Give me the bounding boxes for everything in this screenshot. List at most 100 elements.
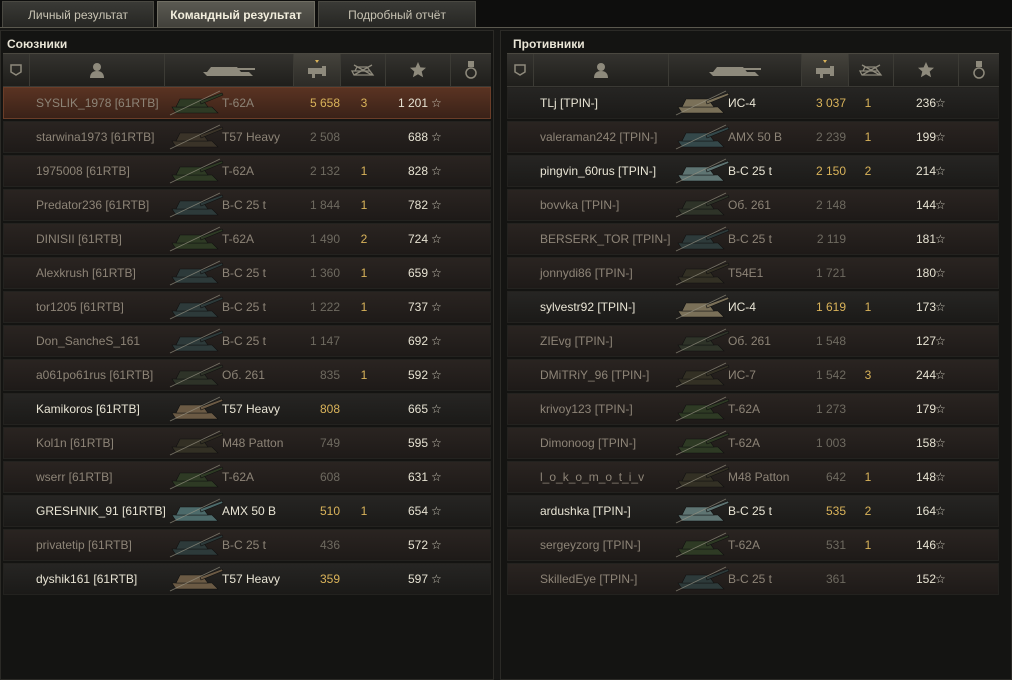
player-name: Dimonoog [TPIN-] <box>540 436 637 450</box>
table-row[interactable]: a061po61rus [61RTB] Об. 261 835 1 592 ☆ <box>3 359 491 391</box>
player-name: DMiTRiY_96 [TPIN-] <box>540 368 650 382</box>
table-row[interactable]: DMiTRiY_96 [TPIN-] ИС-7 1 542 3 244 ☆ <box>507 359 999 391</box>
table-row[interactable]: starwina1973 [61RTB] T57 Heavy 2 508 688 ☆ <box>3 121 491 153</box>
vehicle-name: B-C 25 t <box>222 266 267 280</box>
damage-value: 2 119 <box>816 232 846 246</box>
damage-icon[interactable] <box>802 54 849 86</box>
xp-value: 654 <box>407 504 428 518</box>
kills-icon[interactable] <box>341 54 386 86</box>
tank-icon[interactable] <box>669 54 802 86</box>
table-row[interactable]: Alexkrush [61RTB] B-C 25 t 1 360 1 659 ☆ <box>3 257 491 289</box>
player-name: jonnydi86 [TPIN-] <box>540 266 633 280</box>
vehicle-name: Об. 261 <box>222 368 265 382</box>
table-row[interactable]: ardushka [TPIN-] B-C 25 t 535 2 164 ☆ <box>507 495 999 527</box>
table-row[interactable]: SYSLIK_1978 [61RTB] T-62A 5 658 3 1 201 ☆ <box>3 87 491 119</box>
table-row[interactable]: bovvka [TPIN-] Об. 261 2 148 144 ☆ <box>507 189 999 221</box>
kills-value <box>352 530 376 560</box>
star-icon: ☆ <box>935 266 946 280</box>
table-row[interactable]: BERSERK_TOR [TPIN-] B-C 25 t 2 119 181 ☆ <box>507 223 999 255</box>
damage-value: 2 239 <box>815 130 846 144</box>
table-row[interactable]: l_o_k_o_m_o_t_i_v M48 Patton 642 1 148 ☆ <box>507 461 999 493</box>
tab-detailed-report[interactable]: Подробный отчёт <box>318 1 476 27</box>
kills-value: 1 <box>360 266 368 280</box>
player-name: wserr [61RTB] <box>36 470 113 484</box>
damage-value: 808 <box>319 402 340 416</box>
table-row[interactable]: GRESHNIK_91 [61RTB] AMX 50 B 510 1 654 ☆ <box>3 495 491 527</box>
table-row[interactable]: Don_SancheS_161 B-C 25 t 1 147 692 ☆ <box>3 325 491 357</box>
kills-value: 1 <box>864 300 872 314</box>
table-row[interactable]: DINISII [61RTB] T-62A 1 490 2 724 ☆ <box>3 223 491 255</box>
star-icon: ☆ <box>431 96 442 110</box>
xp-value: 592 <box>407 368 428 382</box>
player-name: bovvka [TPIN-] <box>540 198 620 212</box>
xp-value: 173 <box>915 300 936 314</box>
tab-bar: Личный результат Командный результат Под… <box>0 0 1012 28</box>
kills-value: 1 <box>360 164 368 178</box>
medal-icon[interactable] <box>959 54 999 86</box>
table-row[interactable]: krivoy123 [TPIN-] T-62A 1 273 179 ☆ <box>507 393 999 425</box>
xp-star-icon[interactable] <box>894 54 959 86</box>
kills-value <box>352 462 376 492</box>
kills-icon[interactable] <box>849 54 894 86</box>
player-name: Don_SancheS_161 <box>36 334 141 348</box>
tank-silhouette-icon <box>169 430 224 456</box>
player-icon[interactable] <box>534 54 669 86</box>
damage-value: 1 721 <box>815 266 846 280</box>
tank-silhouette-icon <box>169 566 224 592</box>
table-row[interactable]: sylvestr92 [TPIN-] ИС-4 1 619 1 173 ☆ <box>507 291 999 323</box>
table-row[interactable]: valeraman242 [TPIN-] AMX 50 B 2 239 1 199 ☆ <box>507 121 999 153</box>
tab-team-result[interactable]: Командный результат <box>157 1 315 27</box>
tab-personal-result[interactable]: Личный результат <box>2 1 154 27</box>
kills-value: 1 <box>864 538 872 552</box>
star-icon: ☆ <box>431 198 442 212</box>
kills-value: 1 <box>864 130 872 144</box>
damage-value: 1 548 <box>815 334 846 348</box>
table-row[interactable]: Kol1n [61RTB] M48 Patton 749 595 ☆ <box>3 427 491 459</box>
table-row[interactable]: Dimonoog [TPIN-] T-62A 1 003 158 ☆ <box>507 427 999 459</box>
allies-title: Союзники <box>7 37 68 51</box>
tank-silhouette-icon <box>169 260 224 286</box>
damage-value: 510 <box>319 504 340 518</box>
damage-value: 1 619 <box>815 300 846 314</box>
tank-silhouette-icon <box>169 464 224 490</box>
vehicle-name: T57 Heavy <box>222 402 281 416</box>
star-icon: ☆ <box>431 232 442 246</box>
vehicle-name: ИС-4 <box>728 96 756 110</box>
xp-value: 631 <box>407 470 428 484</box>
table-row[interactable]: jonnydi86 [TPIN-] T54E1 1 721 180 ☆ <box>507 257 999 289</box>
table-row[interactable]: sergeyzorg [TPIN-] T-62A 531 1 146 ☆ <box>507 529 999 561</box>
medal-icon[interactable] <box>451 54 491 86</box>
table-row[interactable]: 1975008 [61RTB] T-62A 2 132 1 828 ☆ <box>3 155 491 187</box>
table-row[interactable]: SkilledEye [TPIN-] B-C 25 t 361 152 ☆ <box>507 563 999 595</box>
table-row[interactable]: ZIEvg [TPIN-] Об. 261 1 548 127 ☆ <box>507 325 999 357</box>
tank-silhouette-icon <box>675 226 730 252</box>
table-row[interactable]: wserr [61RTB] T-62A 608 631 ☆ <box>3 461 491 493</box>
tank-silhouette-icon <box>169 158 224 184</box>
table-row[interactable]: privatetip [61RTB] B-C 25 t 436 572 ☆ <box>3 529 491 561</box>
table-row[interactable]: Kamikoros [61RTB] T57 Heavy 808 665 ☆ <box>3 393 491 425</box>
vehicle-name: T-62A <box>222 96 255 110</box>
squad-icon[interactable] <box>3 54 30 86</box>
table-row[interactable]: tor1205 [61RTB] B-C 25 t 1 222 1 737 ☆ <box>3 291 491 323</box>
vehicle-name: ИС-7 <box>728 368 756 382</box>
table-row[interactable]: TLj [TPIN-] ИС-4 3 037 1 236 ☆ <box>507 87 999 119</box>
kills-value <box>856 564 880 594</box>
tank-silhouette-icon <box>675 124 730 150</box>
star-icon: ☆ <box>431 402 442 416</box>
star-icon: ☆ <box>431 164 442 178</box>
table-row[interactable]: pingvin_60rus [TPIN-] B-C 25 t 2 150 2 214 ☆ <box>507 155 999 187</box>
vehicle-name: B-C 25 t <box>728 232 773 246</box>
xp-value: 180 <box>915 266 936 280</box>
tank-icon[interactable] <box>165 54 294 86</box>
xp-star-icon[interactable] <box>386 54 451 86</box>
damage-value: 361 <box>825 572 846 586</box>
table-row[interactable]: dyshik161 [61RTB] T57 Heavy 359 597 ☆ <box>3 563 491 595</box>
damage-icon[interactable] <box>294 54 341 86</box>
player-icon[interactable] <box>30 54 165 86</box>
table-row[interactable]: Predator236 [61RTB] B-C 25 t 1 844 1 782 ☆ <box>3 189 491 221</box>
vehicle-name: T57 Heavy <box>222 572 281 586</box>
squad-icon[interactable] <box>507 54 534 86</box>
vehicle-name: T54E1 <box>728 266 764 280</box>
player-name: privatetip [61RTB] <box>36 538 132 552</box>
vehicle-name: B-C 25 t <box>222 538 267 552</box>
